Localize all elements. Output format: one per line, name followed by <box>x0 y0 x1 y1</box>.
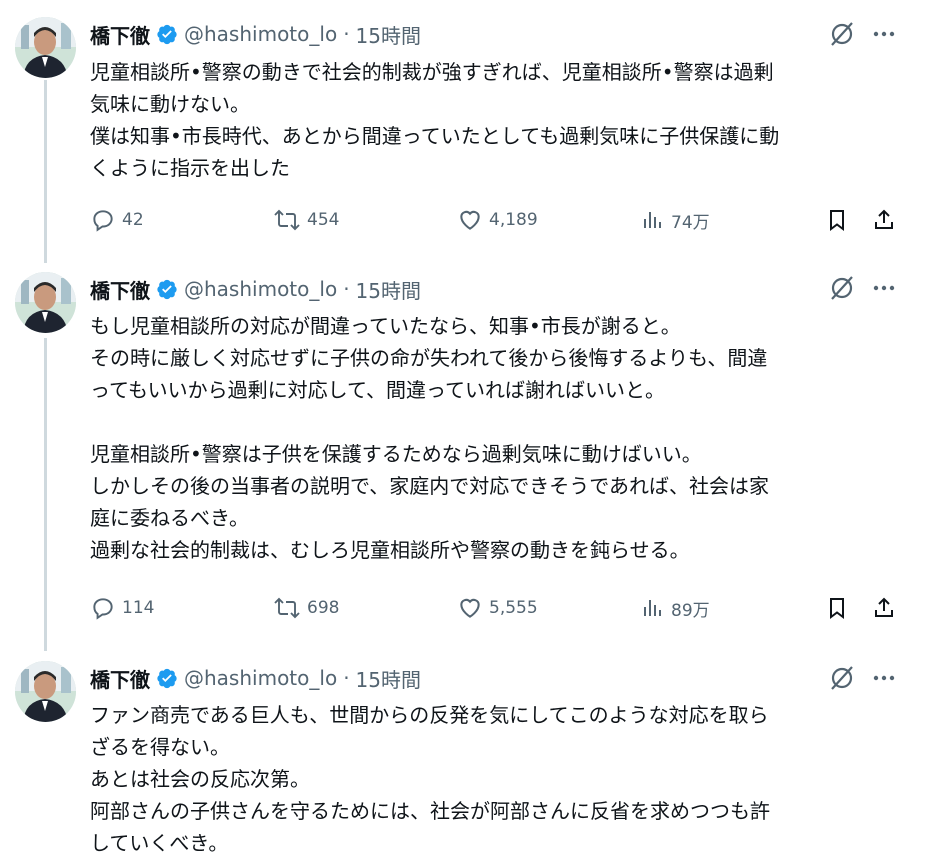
tweet-header: 橋下徹 @hashimoto_lo · 15時間 <box>90 664 421 693</box>
tweet-text-line: ってもいいから過剰に対応して、間違っていれば謝ればいいと。 <box>90 378 665 402</box>
grok-icon[interactable] <box>828 664 856 692</box>
avatar[interactable] <box>15 661 76 722</box>
share-icon <box>872 595 896 621</box>
author-handle[interactable]: @hashimoto_lo <box>184 666 337 690</box>
tweet-text-line: 気味に動けない。 <box>90 92 250 116</box>
separator-dot: · <box>343 22 350 46</box>
repost-button[interactable]: 698 <box>273 591 339 625</box>
repost-icon <box>273 595 301 621</box>
avatar[interactable] <box>15 272 76 333</box>
repost-icon <box>273 207 301 233</box>
tweet-text-line: あとは社会の反応次第。 <box>90 767 310 791</box>
author-name[interactable]: 橋下徹 <box>90 275 150 304</box>
repost-count: 698 <box>307 598 340 618</box>
tweet-header: 橋下徹 @hashimoto_lo · 15時間 <box>90 275 421 304</box>
views-button[interactable]: 74万 <box>641 203 710 237</box>
bookmark-icon <box>825 207 849 233</box>
avatar[interactable] <box>15 17 76 78</box>
tweet-text-line: ざるを得ない。 <box>90 735 230 759</box>
tweet-text-line: 児童相談所•警察は子供を保護するためなら過剰気味に動けばいい。 <box>90 442 702 466</box>
author-name[interactable]: 橋下徹 <box>90 20 150 49</box>
grok-icon[interactable] <box>828 20 856 48</box>
tweet-text: ファン商売である巨人も、世間からの反発を気にしてこのような対応を取ら ざるを得な… <box>90 699 890 859</box>
author-handle[interactable]: @hashimoto_lo <box>184 22 337 46</box>
separator-dot: · <box>343 666 350 690</box>
views-button[interactable]: 89万 <box>641 591 710 625</box>
like-icon <box>457 595 483 621</box>
tweet-text-line: していくべき。 <box>90 831 229 855</box>
tweet-text: 児童相談所•警察の動きで社会的制裁が強すぎれば、児童相談所•警察は過剰 気味に動… <box>90 56 890 184</box>
views-icon <box>641 595 665 621</box>
like-count: 4,189 <box>489 210 538 230</box>
verified-badge-icon <box>156 23 178 45</box>
tweet[interactable]: 橋下徹 @hashimoto_lo · 15時間 児童相談所•警察の動きで社会的… <box>0 0 933 260</box>
views-icon <box>641 207 665 233</box>
repost-button[interactable]: 454 <box>273 203 339 237</box>
action-bar: 42 454 4,189 74万 <box>90 203 910 237</box>
verified-badge-icon <box>156 278 178 300</box>
timestamp[interactable]: 15時間 <box>356 275 421 304</box>
timestamp[interactable]: 15時間 <box>356 20 421 49</box>
reply-button[interactable]: 114 <box>90 591 154 625</box>
tweet[interactable]: 橋下徹 @hashimoto_lo · 15時間 ファン商売である巨人も、世間か… <box>0 650 933 864</box>
bookmark-button[interactable] <box>825 203 849 237</box>
views-count: 74万 <box>671 212 710 233</box>
tweet-text-line: もし児童相談所の対応が間違っていたなら、知事•市長が謝ると。 <box>90 314 681 338</box>
reply-button[interactable]: 42 <box>90 203 144 237</box>
reply-count: 42 <box>122 210 144 230</box>
verified-badge-icon <box>156 667 178 689</box>
like-button[interactable]: 4,189 <box>457 203 538 237</box>
share-button[interactable] <box>872 591 896 625</box>
reply-icon <box>90 207 116 233</box>
share-button[interactable] <box>872 203 896 237</box>
like-icon <box>457 207 483 233</box>
like-count: 5,555 <box>489 598 538 618</box>
share-icon <box>872 207 896 233</box>
tweet-text-line: しかしその後の当事者の説明で、家庭内で対応できそうであれば、社会は家 <box>90 474 769 498</box>
views-count: 89万 <box>671 600 710 621</box>
tweet-header: 橋下徹 @hashimoto_lo · 15時間 <box>90 20 421 49</box>
tweet[interactable]: 橋下徹 @hashimoto_lo · 15時間 もし児童相談所の対応が間違って… <box>0 260 933 650</box>
tweet-text: もし児童相談所の対応が間違っていたなら、知事•市長が謝ると。 その時に厳しく対応… <box>90 310 890 566</box>
bookmark-icon <box>825 595 849 621</box>
timestamp[interactable]: 15時間 <box>356 664 421 693</box>
tweet-text-line: 過剰な社会的制裁は、むしろ児童相談所や警察の動きを鈍らせる。 <box>90 538 690 562</box>
grok-icon[interactable] <box>828 274 856 302</box>
more-icon[interactable] <box>870 274 898 302</box>
like-button[interactable]: 5,555 <box>457 591 538 625</box>
tweet-text-line <box>90 406 890 438</box>
tweet-text-line: 庭に委ねるべき。 <box>90 506 249 530</box>
tweet-text-line: 児童相談所•警察の動きで社会的制裁が強すぎれば、児童相談所•警察は過剰 <box>90 60 774 84</box>
more-icon[interactable] <box>870 664 898 692</box>
separator-dot: · <box>343 277 350 301</box>
more-icon[interactable] <box>870 20 898 48</box>
bookmark-button[interactable] <box>825 591 849 625</box>
tweet-text-line: その時に厳しく対応せずに子供の命が失われて後から後悔するよりも、間違 <box>90 346 768 370</box>
tweet-text-line: 阿部さんの子供さんを守るためには、社会が阿部さんに反省を求めつつも許 <box>90 799 770 823</box>
author-name[interactable]: 橋下徹 <box>90 664 150 693</box>
reply-count: 114 <box>122 598 155 618</box>
tweet-text-line: くように指示を出した <box>90 156 290 180</box>
tweet-text-line: 僕は知事•市長時代、あとから間違っていたとしても過剰気味に子供保護に動 <box>90 124 780 148</box>
action-bar: 114 698 5,555 89万 <box>90 591 910 625</box>
tweet-text-line: ファン商売である巨人も、世間からの反発を気にしてこのような対応を取ら <box>90 703 769 727</box>
author-handle[interactable]: @hashimoto_lo <box>184 277 337 301</box>
repost-count: 454 <box>307 210 340 230</box>
reply-icon <box>90 595 116 621</box>
